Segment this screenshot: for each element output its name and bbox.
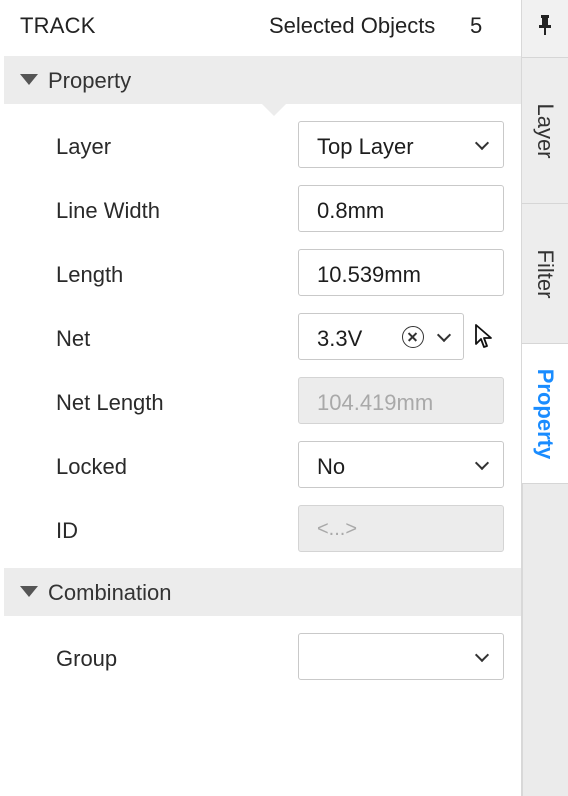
tab-layer[interactable]: Layer: [522, 58, 568, 204]
section-title-combination: Combination: [48, 580, 172, 605]
id-input: <...>: [298, 505, 504, 552]
section-header-property[interactable]: Property: [4, 56, 521, 104]
section-notch: [262, 104, 286, 116]
locked-label: Locked: [56, 454, 127, 479]
net-length-value: 104.419mm: [317, 390, 434, 415]
line-width-value: 0.8mm: [317, 198, 385, 223]
panel-header: TRACK Selected Objects 5: [4, 0, 521, 56]
pin-button[interactable]: [522, 0, 568, 58]
group-label: Group: [56, 646, 118, 671]
side-tab-bar: Layer Filter Property: [522, 0, 568, 796]
property-panel: TRACK Selected Objects 5 Property Layer …: [0, 0, 522, 796]
collapse-triangle-icon[interactable]: [20, 74, 38, 85]
net-length-label: Net Length: [56, 390, 164, 415]
tab-property-label: Property: [533, 368, 558, 459]
id-value: <...>: [317, 518, 358, 540]
length-value: 10.539mm: [317, 262, 421, 287]
net-label: Net: [56, 326, 91, 351]
collapse-triangle-icon[interactable]: [20, 586, 38, 597]
group-select[interactable]: [298, 633, 504, 680]
pointer-cursor-icon: [475, 324, 492, 348]
chevron-down-icon[interactable]: [474, 135, 490, 151]
net-select[interactable]: 3.3V: [298, 313, 464, 360]
tab-filter-label: Filter: [533, 249, 558, 298]
tab-layer-label: Layer: [533, 102, 558, 159]
tab-bar-filler: [522, 484, 568, 796]
tab-property[interactable]: Property: [522, 344, 568, 484]
object-type-title: TRACK: [20, 13, 96, 38]
id-label: ID: [56, 518, 78, 543]
line-width-input[interactable]: 0.8mm: [298, 185, 504, 232]
locked-select[interactable]: No: [298, 441, 504, 488]
section-title-property: Property: [48, 68, 132, 93]
chevron-down-icon[interactable]: [474, 647, 490, 663]
pin-icon[interactable]: [537, 14, 553, 36]
layer-label: Layer: [56, 134, 112, 159]
selected-objects-label: Selected Objects: [269, 13, 436, 38]
tab-filter[interactable]: Filter: [522, 204, 568, 344]
net-select-value: 3.3V: [317, 326, 363, 351]
layer-select[interactable]: Top Layer: [298, 121, 504, 168]
net-length-input: 104.419mm: [298, 377, 504, 424]
clear-circle-x-icon[interactable]: [402, 326, 424, 348]
length-input[interactable]: 10.539mm: [298, 249, 504, 296]
chevron-down-icon[interactable]: [436, 327, 452, 343]
chevron-down-icon[interactable]: [474, 455, 490, 471]
section-header-combination[interactable]: Combination: [4, 568, 521, 616]
selected-objects-count: 5: [470, 13, 483, 38]
line-width-label: Line Width: [56, 198, 160, 223]
locked-select-value: No: [317, 454, 346, 479]
length-label: Length: [56, 262, 124, 287]
layer-select-value: Top Layer: [317, 134, 414, 159]
